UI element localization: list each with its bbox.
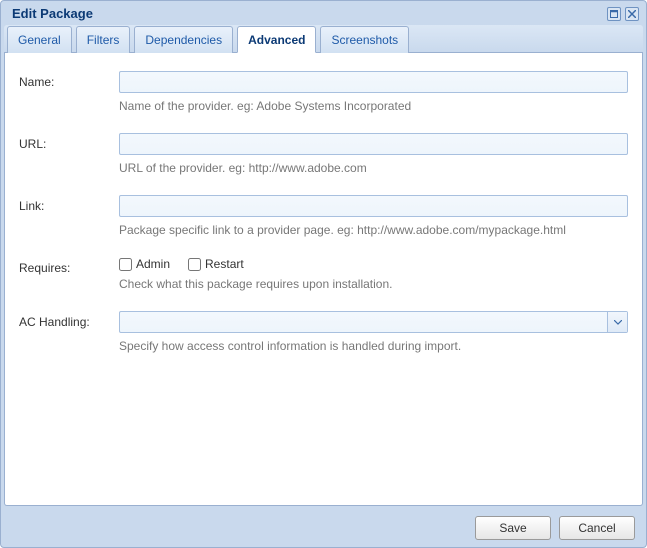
restart-checkbox-wrap[interactable]: Restart — [188, 257, 244, 271]
url-hint: URL of the provider. eg: http://www.adob… — [119, 161, 628, 175]
achandling-hint: Specify how access control information i… — [119, 339, 628, 353]
name-input[interactable] — [119, 71, 628, 93]
cancel-button[interactable]: Cancel — [559, 516, 635, 540]
restart-checkbox[interactable] — [188, 258, 201, 271]
admin-checkbox[interactable] — [119, 258, 132, 271]
requires-label: Requires: — [19, 257, 119, 275]
tab-advanced[interactable]: Advanced — [237, 26, 316, 53]
save-button[interactable]: Save — [475, 516, 551, 540]
requires-hint: Check what this package requires upon in… — [119, 277, 628, 291]
name-label: Name: — [19, 71, 119, 89]
edit-package-dialog: Edit Package General Filters Dependencie… — [0, 0, 647, 548]
advanced-panel: Name: Name of the provider. eg: Adobe Sy… — [4, 53, 643, 506]
tab-strip: General Filters Dependencies Advanced Sc… — [4, 25, 643, 53]
link-label: Link: — [19, 195, 119, 213]
maximize-icon[interactable] — [607, 7, 621, 21]
tab-filters[interactable]: Filters — [76, 26, 131, 53]
window-controls — [607, 7, 639, 21]
title-bar: Edit Package — [4, 4, 643, 25]
row-achandling: AC Handling: Specify how access control … — [19, 311, 628, 353]
restart-checkbox-label: Restart — [205, 257, 244, 271]
tab-dependencies[interactable]: Dependencies — [134, 26, 233, 53]
dialog-title: Edit Package — [12, 6, 93, 21]
tab-screenshots[interactable]: Screenshots — [320, 26, 409, 53]
row-requires: Requires: Admin Restart Check what this … — [19, 257, 628, 291]
achandling-select[interactable] — [119, 311, 628, 333]
achandling-label: AC Handling: — [19, 311, 119, 329]
achandling-value — [120, 317, 132, 323]
name-hint: Name of the provider. eg: Adobe Systems … — [119, 99, 628, 113]
admin-checkbox-wrap[interactable]: Admin — [119, 257, 170, 271]
row-link: Link: Package specific link to a provide… — [19, 195, 628, 237]
url-input[interactable] — [119, 133, 628, 155]
dialog-footer: Save Cancel — [4, 506, 643, 544]
row-url: URL: URL of the provider. eg: http://www… — [19, 133, 628, 175]
link-hint: Package specific link to a provider page… — [119, 223, 628, 237]
close-icon[interactable] — [625, 7, 639, 21]
link-input[interactable] — [119, 195, 628, 217]
chevron-down-icon[interactable] — [607, 312, 627, 332]
row-name: Name: Name of the provider. eg: Adobe Sy… — [19, 71, 628, 113]
url-label: URL: — [19, 133, 119, 151]
admin-checkbox-label: Admin — [136, 257, 170, 271]
tab-general[interactable]: General — [7, 26, 72, 53]
